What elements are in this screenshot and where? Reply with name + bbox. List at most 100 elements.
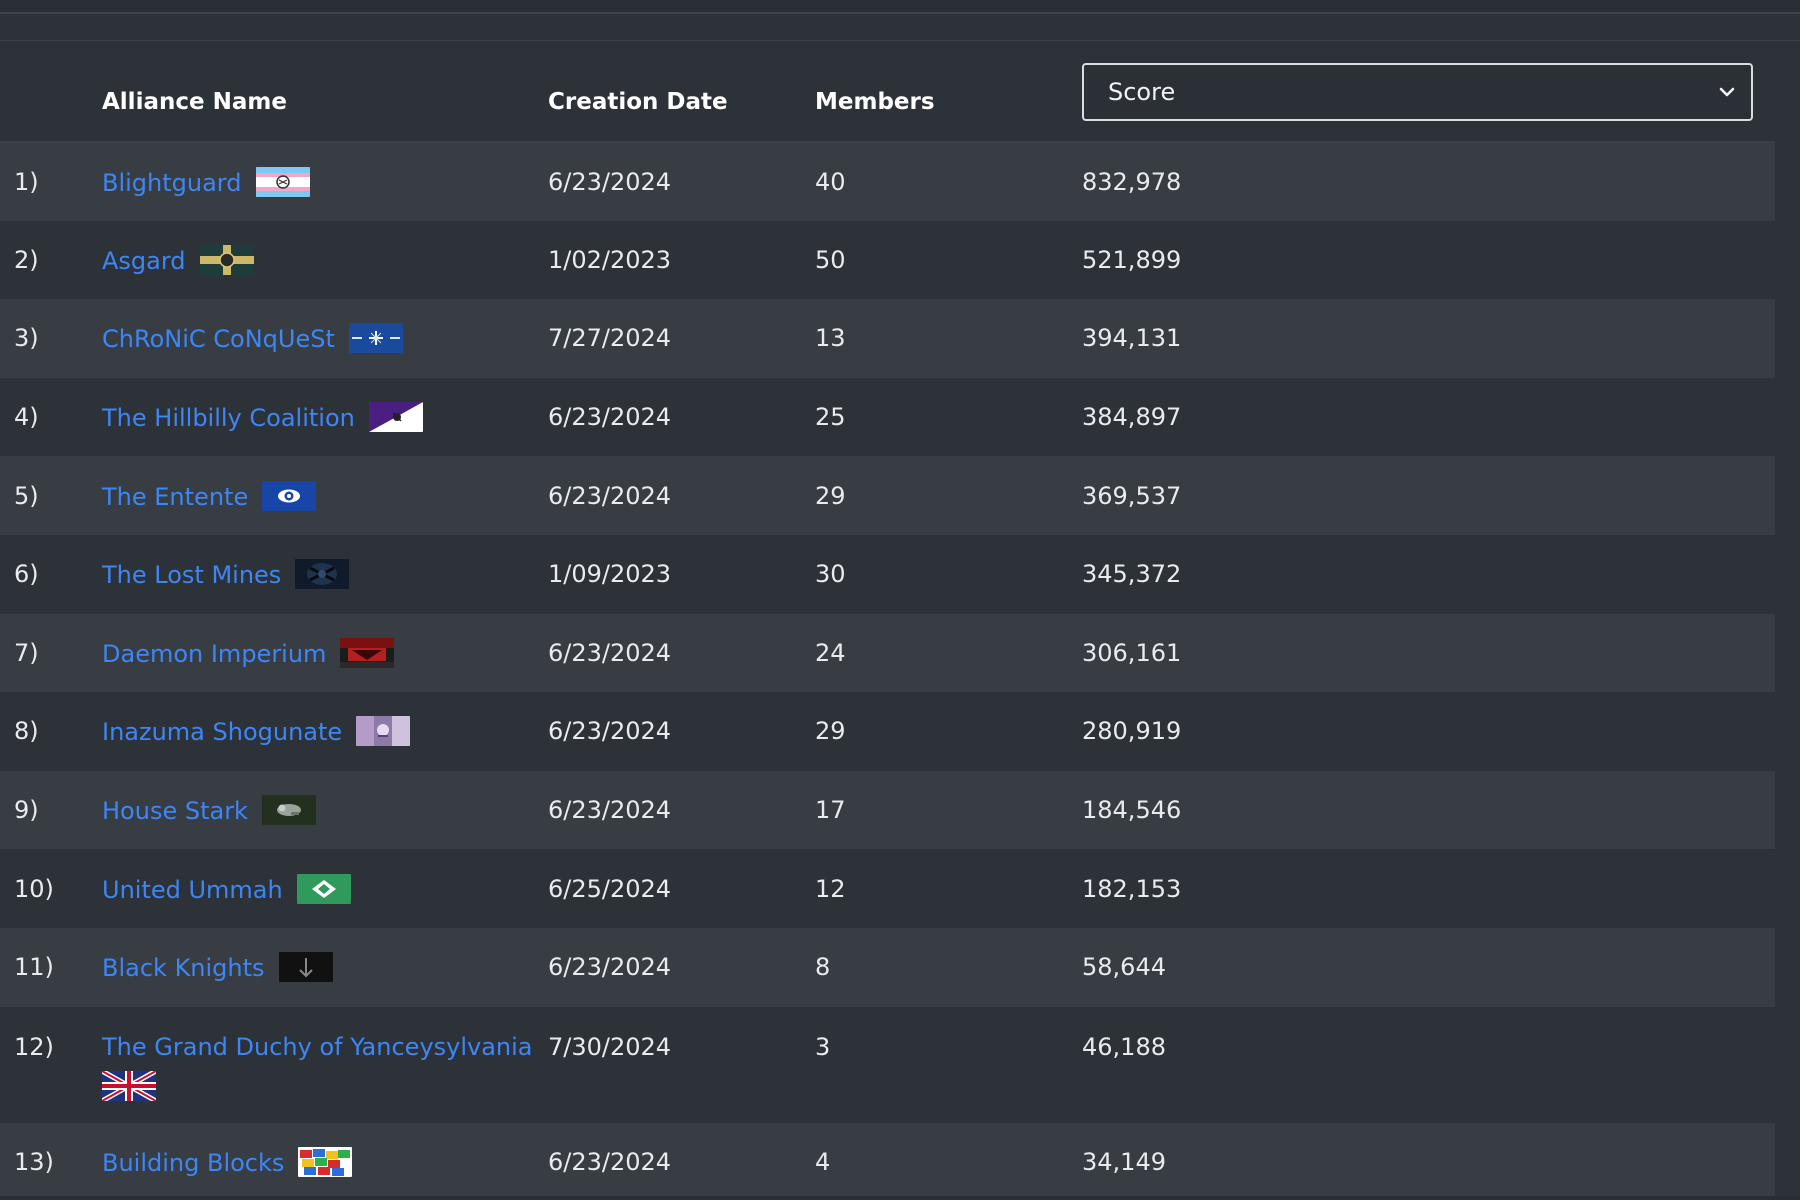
score-cell: 306,161 (1082, 638, 1182, 667)
alliance-link[interactable]: The Lost Mines (102, 561, 281, 589)
rank-header (0, 42, 102, 142)
table-row: 6) The Lost Mines 1/09/2023 30 345,372 (0, 534, 1775, 614)
score-cell: 345,372 (1082, 560, 1182, 589)
chevron-down-icon (1719, 87, 1735, 96)
alliance-link[interactable]: The Hillbilly Coalition (102, 404, 355, 432)
header-divider (0, 40, 1800, 41)
creation-date-cell: 6/25/2024 (548, 874, 672, 903)
creation-date-cell: 6/23/2024 (548, 953, 672, 982)
creation-date-cell: 7/30/2024 (548, 1032, 672, 1061)
members-cell: 24 (815, 638, 846, 667)
members-header[interactable]: Members (815, 42, 1082, 142)
score-cell: 182,153 (1082, 874, 1182, 903)
table-row: 1) Blightguard 6/23/2024 40 832,978 (0, 142, 1775, 221)
building-blocks-flag-icon[interactable] (298, 1146, 353, 1177)
creation-date-cell: 7/27/2024 (548, 324, 672, 353)
score-cell: 34,149 (1082, 1147, 1166, 1176)
score-cell: 58,644 (1082, 953, 1166, 982)
sort-select-value: Score (1108, 77, 1176, 106)
members-cell: 12 (815, 874, 846, 903)
table-row: 9) House Stark 6/23/2024 17 184,546 (0, 770, 1775, 850)
alliance-name-cell: Black Knights (102, 928, 548, 1007)
members-cell: 3 (815, 1032, 831, 1061)
table-row: 11) Black Knights 6/23/2024 8 58,644 (0, 927, 1775, 1007)
score-cell: 521,899 (1082, 245, 1182, 274)
alliance-name-cell: Building Blocks (102, 1123, 548, 1200)
chronic-conquest-flag-icon[interactable] (348, 323, 403, 354)
yanceysylvania-flag-icon[interactable] (102, 1070, 156, 1101)
creation-date-cell: 6/23/2024 (548, 403, 672, 432)
alliance-name-cell: Daemon Imperium (102, 614, 548, 693)
alliance-link[interactable]: Blightguard (102, 169, 242, 197)
score-cell: 280,919 (1082, 717, 1182, 746)
table-row: 5) The Entente 6/23/2024 29 369,537 (0, 456, 1775, 535)
table-row: 7) Daemon Imperium 6/23/2024 24 306,161 (0, 613, 1775, 693)
alliance-name-header[interactable]: Alliance Name (102, 42, 548, 142)
hillbilly-coalition-flag-icon[interactable] (368, 402, 423, 433)
table-row: 12) The Grand Duchy of Yanceysylvania 7/30… (0, 1006, 1775, 1123)
creation-date-cell: 6/23/2024 (548, 481, 672, 510)
alliance-link[interactable]: The Entente (102, 483, 248, 511)
rank-cell: 6) (14, 560, 39, 589)
inazuma-shogunate-flag-icon[interactable] (356, 716, 411, 747)
alliance-link[interactable]: Daemon Imperium (102, 640, 326, 668)
creation-date-cell: 6/23/2024 (548, 1147, 672, 1176)
alliance-link[interactable]: The Grand Duchy of Yanceysylvania (102, 1033, 533, 1061)
alliance-link[interactable]: Building Blocks (102, 1149, 284, 1177)
members-cell: 17 (815, 796, 846, 825)
members-cell: 25 (815, 403, 846, 432)
alliance-name-cell: United Ummah (102, 849, 548, 928)
table-row: 2) Asgard 1/02/2023 50 521,899 (0, 220, 1775, 300)
alliance-name-cell: The Lost Mines (102, 535, 548, 614)
members-cell: 29 (815, 717, 846, 746)
members-cell: 30 (815, 560, 846, 589)
table-row: 4) The Hillbilly Coalition 6/23/2024 25 384,… (0, 377, 1775, 457)
score-cell: 832,978 (1082, 167, 1182, 196)
creation-date-header[interactable]: Creation Date (548, 42, 815, 142)
members-cell: 13 (815, 324, 846, 353)
rank-cell: 8) (14, 717, 39, 746)
alliance-link[interactable]: Inazuma Shogunate (102, 718, 342, 746)
rank-cell: 2) (14, 245, 39, 274)
alliance-link[interactable]: Black Knights (102, 954, 265, 982)
alliance-name-cell: Asgard (102, 221, 548, 300)
creation-date-cell: 6/23/2024 (548, 167, 672, 196)
asgard-flag-icon[interactable] (199, 244, 254, 275)
score-header: Score (1082, 42, 1775, 142)
rank-cell: 3) (14, 324, 39, 353)
table-row: 10) United Ummah 6/25/2024 12 182,153 (0, 849, 1775, 928)
alliance-link[interactable]: Asgard (102, 247, 186, 275)
table-row: 3) ChRoNiC CoNqUeSt 7/27/2024 13 394,131 (0, 299, 1775, 378)
alliance-link[interactable]: House Stark (102, 797, 248, 825)
rank-cell: 1) (14, 167, 39, 196)
bottom-divider (0, 1196, 1800, 1200)
blightguard-flag-icon[interactable] (255, 166, 310, 197)
sort-select[interactable]: Score (1082, 62, 1753, 121)
rank-cell: 11) (14, 953, 54, 982)
members-cell: 29 (815, 481, 846, 510)
alliance-link[interactable]: United Ummah (102, 876, 283, 904)
house-stark-flag-icon[interactable] (261, 795, 316, 826)
alliance-table: Alliance Name Creation Date Members Scor… (0, 42, 1775, 1200)
lost-mines-flag-icon[interactable] (295, 559, 350, 590)
members-cell: 8 (815, 953, 831, 982)
rank-cell: 4) (14, 403, 39, 432)
score-cell: 384,897 (1082, 403, 1182, 432)
members-cell: 4 (815, 1147, 831, 1176)
alliance-name-cell: Blightguard (102, 142, 548, 221)
united-ummah-flag-icon[interactable] (296, 873, 351, 904)
rank-cell: 10) (14, 874, 54, 903)
daemon-imperium-flag-icon[interactable] (340, 637, 395, 668)
alliance-link[interactable]: ChRoNiC CoNqUeSt (102, 325, 335, 353)
black-knights-flag-icon[interactable] (278, 952, 333, 983)
rank-cell: 9) (14, 796, 39, 825)
score-cell: 46,188 (1082, 1032, 1166, 1061)
score-cell: 184,546 (1082, 796, 1182, 825)
alliance-name-cell: The Entente (102, 456, 548, 535)
creation-date-cell: 6/23/2024 (548, 717, 672, 746)
creation-date-cell: 1/09/2023 (548, 560, 672, 589)
creation-date-cell: 1/02/2023 (548, 245, 672, 274)
alliance-name-cell: Inazuma Shogunate (102, 692, 548, 771)
entente-flag-icon[interactable] (262, 480, 317, 511)
creation-date-cell: 6/23/2024 (548, 796, 672, 825)
